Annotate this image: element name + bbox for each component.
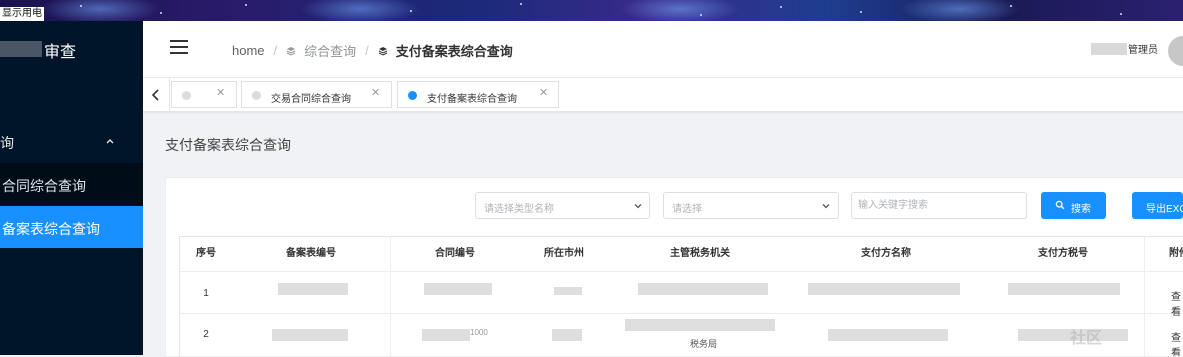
tab-label: 支付备案表综合查询	[427, 94, 517, 105]
row-index: 1	[203, 288, 209, 299]
column-header: 附件	[1146, 237, 1183, 271]
row-index: 2	[203, 329, 209, 340]
row-divider	[180, 271, 1183, 272]
column-header: 备案表编号	[232, 237, 390, 271]
filing-table: 序号 备案表编号 合同编号 所在市州 主管税务机关 支付方名称 支付方税号 附件…	[179, 236, 1183, 356]
sidebar-item-label: 备案表综合查询	[2, 221, 100, 237]
tabs-bar: ✕ 交易合同综合查询 ✕ 支付备案表综合查询 ✕	[143, 78, 1183, 112]
redacted-filing-number	[278, 283, 348, 295]
search-icon	[1055, 200, 1065, 210]
chevron-up-icon	[106, 139, 114, 144]
redacted-tax-office	[638, 283, 768, 295]
search-button[interactable]: 搜索	[1041, 192, 1106, 219]
search-button-label: 搜索	[1071, 204, 1091, 215]
column-header: 主管税务机关	[610, 237, 790, 271]
select-placeholder: 请选择类型名称	[484, 204, 554, 215]
banner-label: 显示用电	[0, 7, 44, 21]
layers-icon	[378, 46, 388, 56]
breadcrumb-comprehensive-query[interactable]: 综合查询	[304, 41, 356, 60]
contract-number-tail: 1000	[470, 328, 488, 337]
view-attachment-link[interactable]: 查看	[1168, 288, 1183, 318]
close-icon[interactable]: ✕	[216, 88, 226, 99]
tab-status-dot	[408, 91, 417, 100]
view-attachment-link[interactable]: 查看	[1168, 329, 1183, 356]
tab-status-dot	[182, 91, 191, 100]
sidebar-menu-group[interactable]: 询	[0, 125, 143, 159]
column-header: 支付方名称	[790, 237, 982, 271]
redacted-payer-name	[808, 283, 960, 295]
column-header: 序号	[180, 237, 232, 271]
close-icon[interactable]: ✕	[539, 88, 549, 99]
redacted-tax-office	[625, 319, 775, 331]
export-button-label: 导出EXC	[1146, 204, 1183, 215]
redacted-app-name	[0, 41, 42, 57]
sidebar-item-contract-query[interactable]: 合同综合查询	[0, 163, 143, 205]
sidebar-item-label: 合同综合查询	[2, 178, 86, 194]
app-logo: 审查	[0, 35, 143, 61]
tabs-scroll-left-button[interactable]	[143, 78, 170, 111]
tax-office-tail: 税务局	[690, 339, 718, 349]
column-header: 合同编号	[392, 237, 518, 271]
fixed-column-divider	[1144, 237, 1145, 356]
breadcrumb-separator: /	[365, 43, 369, 58]
row-divider	[180, 313, 1183, 314]
breadcrumb-current: 支付备案表综合查询	[395, 44, 513, 59]
fixed-column-divider	[390, 237, 391, 356]
type-name-select[interactable]: 请选择类型名称	[475, 192, 650, 219]
tab-contract-query[interactable]: 交易合同综合查询 ✕	[241, 81, 392, 108]
avatar[interactable]	[1168, 36, 1183, 66]
sidebar: 审查 询 合同综合查询 备案表综合查询	[0, 21, 143, 355]
page-title: 支付备案表综合查询	[165, 137, 291, 153]
redacted-city	[554, 287, 582, 295]
top-header: home / 综合查询 / 支付备案表综合查询 管理员	[143, 21, 1183, 78]
watermark: 社区	[1070, 330, 1103, 347]
redacted-contract-number	[422, 329, 470, 341]
sidebar-item-filing-query[interactable]: 备案表综合查询	[0, 206, 143, 248]
breadcrumb-separator: /	[273, 43, 278, 58]
layers-icon	[286, 46, 296, 56]
redacted-filing-number	[272, 329, 348, 341]
breadcrumb-home[interactable]: home	[232, 43, 265, 58]
select-placeholder: 请选择	[672, 204, 702, 215]
tab-home[interactable]: ✕	[171, 81, 237, 108]
hamburger-icon[interactable]	[170, 40, 188, 54]
sidebar-menu-group-label: 询	[0, 135, 14, 151]
keyword-search-input[interactable]	[851, 192, 1027, 219]
chevron-left-icon	[151, 89, 159, 101]
user-role: 管理员	[1128, 45, 1158, 56]
redacted-city	[552, 329, 582, 341]
redacted-payer-name	[828, 329, 948, 341]
chevron-down-icon	[822, 204, 830, 209]
user-info[interactable]: 管理员	[1091, 41, 1158, 56]
export-excel-button[interactable]: 导出EXC	[1132, 192, 1183, 219]
app-title: 审查	[44, 44, 77, 61]
column-header: 支付方税号	[982, 237, 1144, 271]
chevron-down-icon	[634, 204, 642, 209]
tab-label: 交易合同综合查询	[271, 94, 351, 105]
breadcrumb: home / 综合查询 / 支付备案表综合查询	[232, 41, 513, 60]
column-header: 所在市州	[518, 237, 610, 271]
close-icon[interactable]: ✕	[371, 88, 381, 99]
top-banner: 显示用电	[0, 0, 1183, 21]
redacted-contract-number	[424, 283, 492, 295]
redacted-payer-tax-id	[1008, 283, 1120, 295]
redacted-username	[1091, 42, 1127, 55]
tab-filing-query[interactable]: 支付备案表综合查询 ✕	[397, 81, 559, 108]
tab-status-dot	[252, 91, 261, 100]
secondary-select[interactable]: 请选择	[663, 192, 839, 219]
